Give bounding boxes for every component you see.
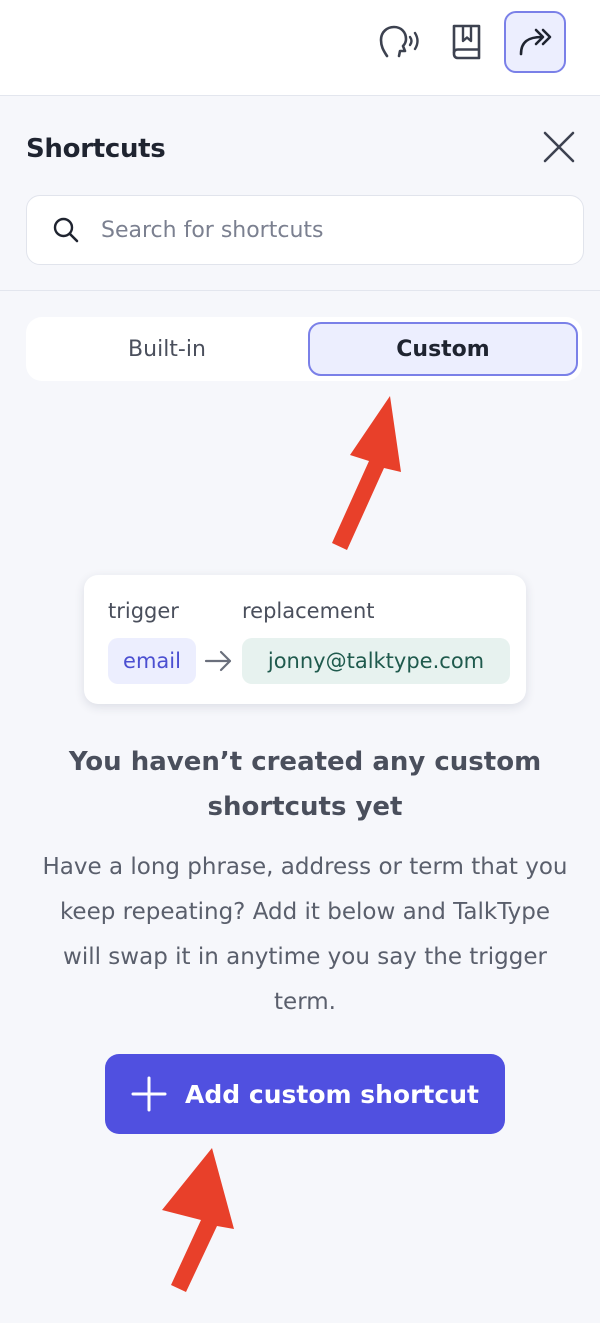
plus-icon [131, 1076, 167, 1112]
voice-icon [379, 25, 419, 58]
header-divider [0, 290, 600, 291]
replacement-example: jonny@talktype.com [242, 638, 510, 684]
example-shortcut-card: trigger replacement email jonny@talktype… [84, 575, 526, 704]
book-icon [452, 24, 481, 60]
shortcut-type-tabs: Built-in Custom [26, 317, 582, 381]
annotation-arrow-up-icon [162, 1148, 234, 1292]
add-custom-shortcut-button[interactable]: Add custom shortcut [105, 1054, 505, 1134]
close-icon [543, 131, 575, 163]
empty-state-title: You haven’t created any custom shortcuts… [68, 747, 542, 822]
voice-button[interactable] [366, 11, 428, 73]
empty-state-description: Have a long phrase, address or term that… [42, 854, 568, 1015]
search-icon [51, 215, 81, 245]
tab-built-in[interactable]: Built-in [30, 322, 304, 376]
shortcuts-icon [519, 28, 552, 56]
search-input[interactable] [99, 216, 543, 244]
panel-title: Shortcuts [26, 134, 166, 164]
shortcuts-button[interactable] [504, 11, 566, 73]
add-custom-shortcut-label: Add custom shortcut [185, 1079, 479, 1109]
top-toolbar [0, 0, 600, 96]
arrow-right-icon [204, 650, 232, 672]
library-button[interactable] [436, 11, 498, 73]
search-box[interactable] [26, 195, 584, 265]
tab-custom[interactable]: Custom [308, 322, 578, 376]
close-button[interactable] [536, 124, 582, 170]
trigger-label: trigger [108, 599, 179, 623]
annotation-arrow-up-icon [332, 396, 401, 550]
trigger-example: email [108, 638, 196, 684]
replacement-label: replacement [242, 599, 375, 623]
